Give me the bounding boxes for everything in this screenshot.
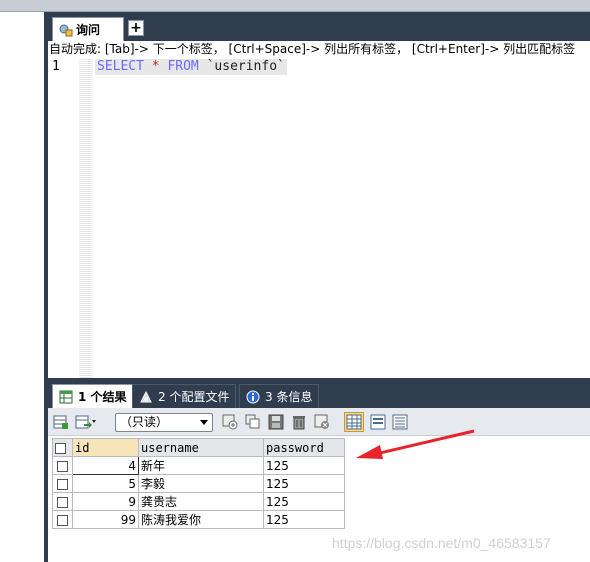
cell-password[interactable]: 125	[263, 492, 345, 511]
tab-results-label: 1 个结果	[78, 390, 127, 404]
query-editor-area: 询问 + 自动完成: [Tab]-> 下一个标签， [Ctrl+Space]->…	[48, 12, 590, 562]
row-checkbox-cell[interactable]	[52, 510, 73, 529]
object-browser-panel	[0, 12, 44, 562]
autocomplete-hint: 自动完成: [Tab]-> 下一个标签， [Ctrl+Space]-> 列出所有…	[48, 41, 590, 58]
sql-keyword-select: SELECT	[97, 59, 144, 74]
save-icon[interactable]	[268, 414, 284, 430]
edit-mode-value: （只读）	[120, 415, 169, 429]
cell-password[interactable]: 125	[263, 456, 345, 475]
select-all-checkbox-cell[interactable]	[52, 438, 73, 457]
sql-line[interactable]: SELECT * FROM `userinfo`	[95, 59, 287, 75]
tab-results[interactable]: 1 个结果	[52, 384, 134, 408]
column-header-id[interactable]: id	[72, 438, 139, 457]
table-header-row: id username password	[52, 438, 345, 457]
export-dropdown-icon[interactable]	[75, 414, 96, 430]
table-row[interactable]: 9 龚贵志 125	[52, 492, 345, 511]
window-top-bar	[0, 0, 590, 12]
checkbox[interactable]	[57, 460, 68, 472]
line-number-gutter: 1	[48, 58, 79, 378]
add-row-icon[interactable]	[222, 414, 238, 430]
tab-profile-label: 2 个配置文件	[158, 390, 230, 404]
table-row[interactable]: 4 新年 125	[52, 456, 345, 475]
checkbox[interactable]	[57, 514, 68, 526]
cell-password[interactable]: 125	[263, 474, 345, 493]
info-icon	[246, 390, 260, 404]
row-checkbox-cell[interactable]	[52, 474, 73, 493]
result-toolbar: （只读）	[48, 408, 590, 436]
tab-messages[interactable]: 3 条信息	[239, 384, 320, 408]
row-checkbox-cell[interactable]	[52, 492, 73, 511]
add-tab-button[interactable]: +	[128, 20, 144, 36]
cell-username[interactable]: 李毅	[138, 474, 264, 493]
insert-row-icon[interactable]	[53, 414, 69, 430]
tab-messages-label: 3 条信息	[265, 390, 313, 404]
grid-results-icon	[59, 390, 73, 404]
result-tab-strip: 1 个结果 2 个配置文件 3 条信息	[48, 378, 590, 408]
delete-icon[interactable]	[291, 414, 307, 430]
tab-profile[interactable]: 2 个配置文件	[132, 384, 237, 408]
table-row[interactable]: 99 陈涛我爱你 125	[52, 510, 345, 529]
cell-id[interactable]: 99	[72, 510, 139, 529]
checkbox[interactable]	[57, 496, 68, 508]
table-row[interactable]: 5 李毅 125	[52, 474, 345, 493]
checkbox[interactable]	[57, 478, 68, 490]
sql-table-name: `userinfo`	[206, 59, 285, 74]
sql-code-area[interactable]: SELECT * FROM `userinfo`	[93, 58, 590, 378]
fold-margin	[79, 58, 93, 378]
cell-username[interactable]: 新年	[138, 456, 264, 475]
result-table: id username password 4 新年 125 5 李毅 125 9…	[52, 438, 345, 529]
row-checkbox-cell[interactable]	[52, 456, 73, 475]
checkbox[interactable]	[55, 442, 66, 454]
cell-id[interactable]: 4	[72, 456, 139, 475]
profile-icon	[139, 390, 153, 404]
annotation-arrow	[356, 429, 475, 459]
sql-keyword-from: FROM	[167, 59, 199, 74]
tab-query-label: 询问	[76, 23, 101, 37]
tab-query[interactable]: 询问	[52, 17, 124, 41]
cell-username[interactable]: 龚贵志	[138, 492, 264, 511]
watermark: https://blog.csdn.net/m0_46583157	[332, 535, 551, 551]
discard-changes-icon[interactable]	[314, 414, 330, 430]
query-icon	[59, 23, 73, 37]
chevron-down-icon	[200, 420, 208, 425]
query-tab-strip: 询问 +	[48, 12, 590, 41]
duplicate-row-icon[interactable]	[245, 414, 261, 430]
cell-password[interactable]: 125	[263, 510, 345, 529]
cell-id[interactable]: 9	[72, 492, 139, 511]
cell-username[interactable]: 陈涛我爱你	[138, 510, 264, 529]
column-header-password[interactable]: password	[263, 438, 345, 457]
line-number: 1	[52, 59, 60, 74]
sql-star: *	[151, 59, 160, 74]
edit-mode-select[interactable]: （只读）	[115, 413, 213, 432]
cell-id[interactable]: 5	[72, 474, 139, 493]
column-header-username[interactable]: username	[138, 438, 264, 457]
